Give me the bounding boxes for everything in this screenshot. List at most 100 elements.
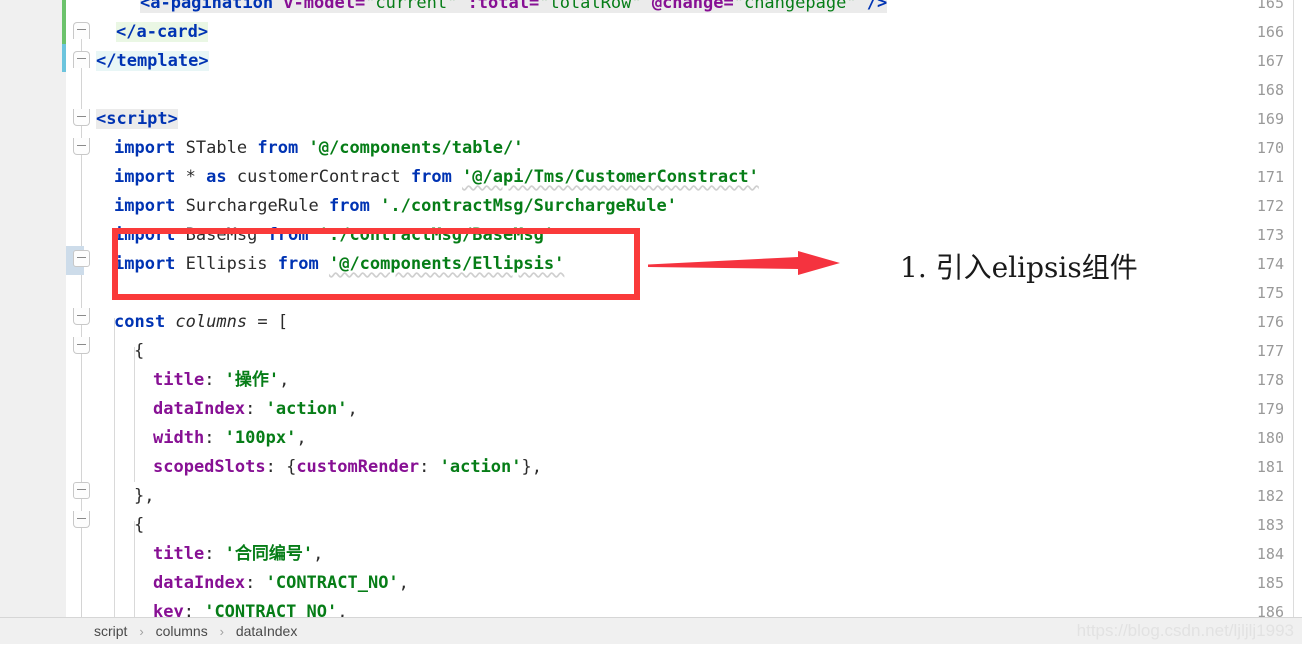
- code-token: "current": [365, 0, 458, 13]
- annotation-note-text: 1. 引入elipsis组件: [900, 251, 1138, 284]
- code-token: *: [185, 167, 207, 187]
- breadcrumb-separator-icon: ›: [139, 624, 144, 639]
- watermark-text: https://blog.csdn.net/ljljlj1993: [1076, 621, 1294, 640]
- code-token: key: [153, 602, 184, 617]
- code-token: STable: [185, 138, 258, 158]
- code-token: import: [114, 138, 186, 158]
- fold-handle-collapse-icon[interactable]: [73, 51, 90, 68]
- code-line[interactable]: const columns = [: [114, 308, 288, 337]
- vcs-changed-marker: [62, 44, 66, 72]
- code-token: },: [521, 457, 542, 477]
- code-token: ,: [296, 428, 307, 448]
- code-line[interactable]: },: [134, 482, 154, 511]
- code-line[interactable]: width: '100px',: [153, 424, 307, 453]
- code-line[interactable]: </template>: [96, 47, 209, 76]
- indent-guide: [134, 347, 135, 482]
- code-token: import: [114, 196, 186, 216]
- code-token: :: [245, 573, 266, 593]
- code-line[interactable]: key: 'CONTRACT_NO',: [153, 598, 348, 617]
- code-token: columns: [175, 312, 248, 332]
- vcs-added-marker: [62, 0, 66, 44]
- code-token: :total=: [467, 0, 540, 13]
- code-token: dataIndex: [153, 573, 246, 593]
- code-line[interactable]: title: '操作',: [153, 366, 289, 395]
- fold-handle-collapse-icon[interactable]: [73, 250, 90, 267]
- code-token: width: [153, 428, 205, 448]
- code-token: '@/api/Tms/CustomerConstract': [462, 167, 759, 187]
- code-token: import: [114, 167, 186, 187]
- fold-handle-collapse-icon[interactable]: [73, 337, 90, 354]
- code-token: from: [328, 196, 381, 216]
- code-token: </template>: [96, 51, 209, 71]
- indent-guide: [114, 318, 115, 617]
- code-token: title: [153, 544, 205, 564]
- code-line[interactable]: title: '合同编号',: [153, 540, 323, 569]
- code-token: <script>: [96, 109, 178, 129]
- code-token: <a-pagination: [140, 0, 284, 13]
- code-token: '合同编号': [224, 544, 314, 564]
- code-token: />: [856, 0, 888, 13]
- code-token: :: [183, 602, 205, 617]
- code-token: "changepage": [733, 0, 857, 13]
- code-token: [641, 0, 652, 13]
- code-token: 'CONTRACT_NO': [204, 602, 338, 617]
- code-token: :: [204, 370, 225, 390]
- breadcrumb-item-dataindex[interactable]: dataIndex: [236, 623, 298, 639]
- fold-handle-collapse-icon[interactable]: [73, 22, 90, 39]
- code-token: './contractMsg/SurchargeRule': [380, 196, 677, 216]
- code-token: {: [134, 341, 145, 361]
- code-token: '100px': [224, 428, 297, 448]
- code-line[interactable]: import STable from '@/components/table/': [114, 134, 523, 163]
- fold-handle-collapse-icon[interactable]: [73, 482, 90, 499]
- code-line[interactable]: </a-card>: [116, 18, 209, 47]
- code-token: dataIndex: [153, 399, 246, 419]
- code-token: = [: [247, 312, 289, 332]
- code-line[interactable]: {: [134, 337, 144, 366]
- code-token: v-model=: [283, 0, 366, 13]
- code-line[interactable]: dataIndex: 'action',: [153, 395, 358, 424]
- code-line[interactable]: {: [134, 511, 144, 540]
- code-token: from: [257, 138, 309, 158]
- code-line[interactable]: import * as customerContract from '@/api…: [114, 163, 759, 192]
- code-token: :: [245, 399, 266, 419]
- code-line[interactable]: <script>: [96, 105, 178, 134]
- fold-handle-collapse-icon[interactable]: [73, 308, 90, 325]
- breadcrumb[interactable]: script › columns › dataIndex: [94, 618, 297, 645]
- breadcrumb-item-columns[interactable]: columns: [156, 623, 208, 639]
- annotation-red-box: [112, 228, 640, 300]
- code-editor[interactable]: 165 166 167 168 169 170 171 172 173 174 …: [0, 0, 1294, 617]
- line-number-gutter: [0, 0, 62, 617]
- breadcrumb-separator-icon: ›: [219, 624, 224, 639]
- code-token: as: [206, 167, 237, 187]
- code-token: :: [419, 457, 440, 477]
- code-token: </a-card>: [116, 22, 209, 42]
- code-token: ,: [313, 544, 324, 564]
- breadcrumb-item-script[interactable]: script: [94, 623, 127, 639]
- code-token: ,: [279, 370, 290, 390]
- code-token: 'action': [265, 399, 348, 419]
- code-token: title: [153, 370, 205, 390]
- code-text-area[interactable]: <a-pagination v-model="current" :total= "…: [96, 0, 1294, 617]
- code-token: '操作': [224, 370, 280, 390]
- fold-handle-collapse-icon[interactable]: [73, 109, 90, 126]
- code-token: @change=: [651, 0, 734, 13]
- fold-handle-collapse-icon[interactable]: [73, 138, 90, 155]
- code-token: from: [410, 167, 463, 187]
- code-line[interactable]: <a-pagination v-model="current" :total= "…: [140, 0, 888, 18]
- code-token: },: [134, 486, 155, 506]
- code-token: :: [204, 544, 225, 564]
- code-token: customerContract: [236, 167, 411, 187]
- code-line[interactable]: import SurchargeRule from './contractMsg…: [114, 192, 677, 221]
- code-token: '@/components/table/': [308, 138, 524, 158]
- code-line[interactable]: scopedSlots: {customRender: 'action'},: [153, 453, 542, 482]
- code-token: : {: [265, 457, 297, 477]
- code-token: customRender: [296, 457, 420, 477]
- code-line[interactable]: dataIndex: 'CONTRACT_NO',: [153, 569, 409, 598]
- editor-right-border: [1293, 0, 1294, 617]
- code-token: {: [134, 515, 145, 535]
- fold-handle-collapse-icon[interactable]: [73, 511, 90, 528]
- ide-window: 165 166 167 168 169 170 171 172 173 174 …: [0, 0, 1302, 644]
- code-token: :: [204, 428, 225, 448]
- code-token: scopedSlots: [153, 457, 266, 477]
- code-token: const: [114, 312, 176, 332]
